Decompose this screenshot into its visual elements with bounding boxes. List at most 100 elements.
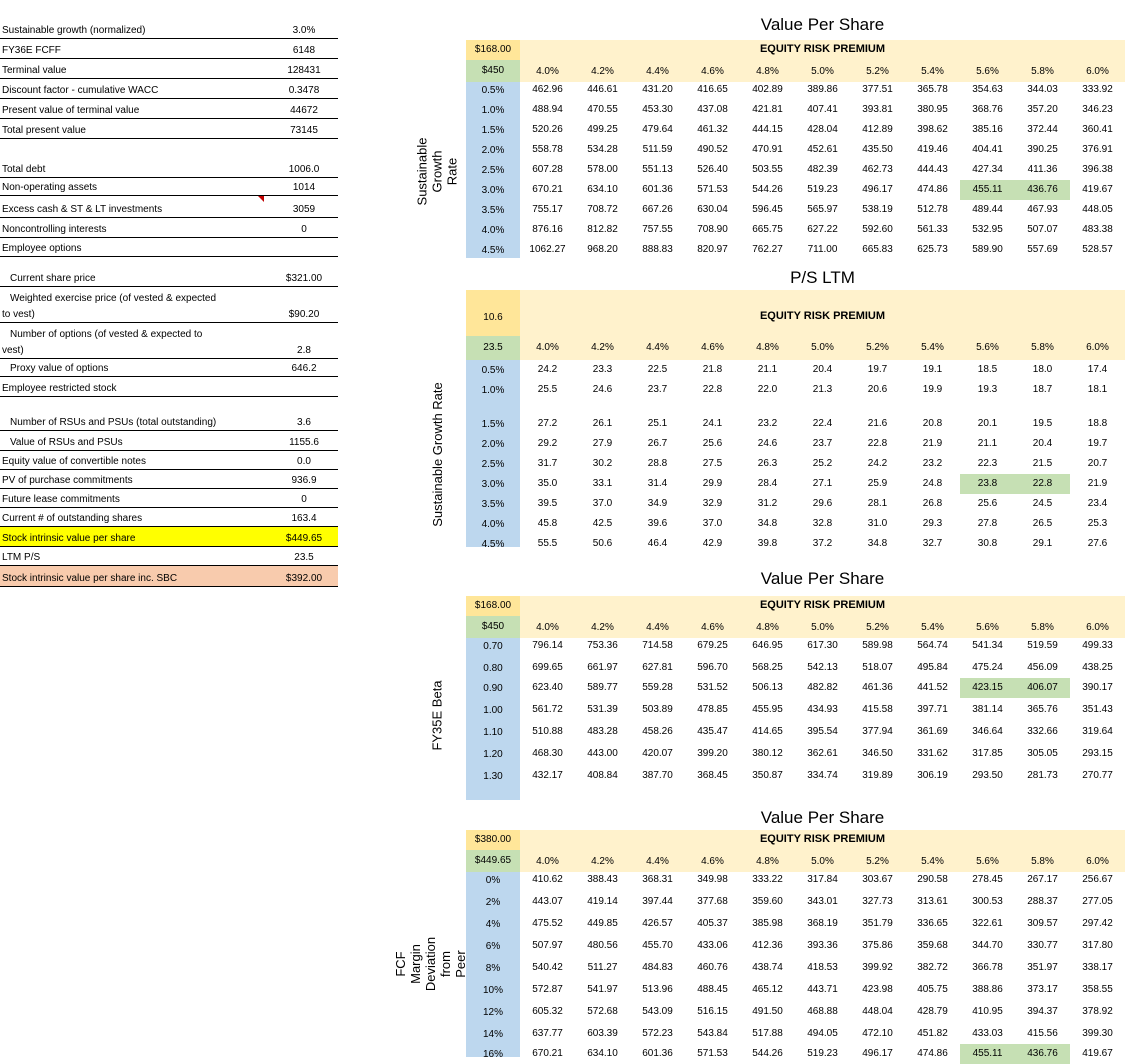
summary-label: Present value of terminal value xyxy=(2,105,140,116)
comment-indicator-icon[interactable] xyxy=(258,196,264,202)
table-cell: 359.60 xyxy=(752,896,783,907)
table-cell: 404.41 xyxy=(972,144,1003,155)
table-cell: 444.43 xyxy=(917,164,948,175)
summary-value: $90.20 xyxy=(288,309,320,320)
table-cell: 589.90 xyxy=(972,244,1003,255)
row-header: 1.0% xyxy=(481,385,505,396)
table-cell: 441.52 xyxy=(917,682,948,693)
table-cell: 303.67 xyxy=(862,874,893,885)
table-cell: 625.73 xyxy=(917,244,948,255)
table-cell: 28.8 xyxy=(647,458,668,469)
summary-row: Number of options (of vested & expected … xyxy=(0,323,338,359)
table-cell: 490.52 xyxy=(697,144,728,155)
table-cell: 343.01 xyxy=(807,896,838,907)
table-cell: 455.95 xyxy=(752,704,783,715)
table-cell: 19.3 xyxy=(977,384,998,395)
table-cell: 19.1 xyxy=(922,364,943,375)
table-cell: 390.17 xyxy=(1082,682,1113,693)
table-cell: 414.65 xyxy=(752,726,783,737)
table-cell: 410.95 xyxy=(972,1006,1003,1017)
table-cell: 419.67 xyxy=(1082,184,1113,195)
row-header: 0% xyxy=(485,875,501,886)
summary-row: Terminal value 128431 xyxy=(0,59,338,79)
table-cell: 528.57 xyxy=(1082,244,1113,255)
summary-label: Non-operating assets xyxy=(2,182,98,193)
table-cell: 27.8 xyxy=(977,518,998,529)
table-cell: 472.10 xyxy=(862,1028,893,1039)
table-cell: 22.5 xyxy=(647,364,668,375)
summary-label: Current # of outstanding shares xyxy=(2,513,143,524)
table-cell: 419.14 xyxy=(587,896,618,907)
row-header: 1.10 xyxy=(483,727,503,738)
summary-label: FY36E FCFF xyxy=(2,45,61,56)
table-cell: 512.78 xyxy=(917,204,948,215)
table-cell: 437.08 xyxy=(697,104,728,115)
table-cell: 322.61 xyxy=(972,918,1003,929)
summary-value: 163.4 xyxy=(291,513,317,524)
table-cell: 20.1 xyxy=(977,418,998,429)
table-cell: 34.8 xyxy=(867,538,888,549)
table-cell: 507.07 xyxy=(1027,224,1058,235)
table-cell: 20.7 xyxy=(1087,458,1108,469)
table-cell: 288.37 xyxy=(1027,896,1058,907)
table-cell: 458.26 xyxy=(642,726,673,737)
summary-row: FY36E FCFF 6148 xyxy=(0,39,338,59)
summary-row: Future lease commitments 0 xyxy=(0,489,338,508)
table-cell: 519.59 xyxy=(1027,640,1058,651)
table-cell: 357.20 xyxy=(1027,104,1058,115)
row-header: 16% xyxy=(482,1049,503,1060)
summary-value: 936.9 xyxy=(291,475,317,486)
table-cell: 455.70 xyxy=(642,940,673,951)
table-cell: 428.79 xyxy=(917,1006,948,1017)
table-cell: 397.71 xyxy=(917,704,948,715)
row-header: 12% xyxy=(482,1007,503,1018)
table-cell: 346.64 xyxy=(972,726,1003,737)
table-1-title: Value Per Share xyxy=(760,15,885,34)
table-cell: 605.32 xyxy=(532,1006,563,1017)
table-cell: 607.28 xyxy=(532,164,563,175)
table-cell: 29.3 xyxy=(922,518,943,529)
table-cell: 634.10 xyxy=(587,1048,618,1059)
table-cell: 627.22 xyxy=(807,224,838,235)
table-cell: 297.42 xyxy=(1082,918,1113,929)
table-cell: 520.26 xyxy=(532,124,563,135)
table-cell: 361.69 xyxy=(917,726,948,737)
table-cell: 755.17 xyxy=(532,204,563,215)
table-cell: 511.59 xyxy=(642,144,673,155)
table-cell: 42.5 xyxy=(592,518,613,529)
table-cell: 388.86 xyxy=(972,984,1003,995)
table-cell: 448.05 xyxy=(1082,204,1113,215)
column-axis-title: EQUITY RISK PREMIUM xyxy=(759,310,886,322)
table-cell: 494.05 xyxy=(807,1028,838,1039)
summary-row: Weighted exercise price (of vested & exp… xyxy=(0,287,338,323)
table-cell: 396.38 xyxy=(1082,164,1113,175)
table-cell: 42.9 xyxy=(702,538,723,549)
table-cell: 349.98 xyxy=(697,874,728,885)
table-cell: 448.04 xyxy=(862,1006,893,1017)
table-cell: 351.79 xyxy=(862,918,893,929)
table-cell: 541.34 xyxy=(972,640,1003,651)
table-cell: 544.26 xyxy=(752,1048,783,1059)
table-cell: 21.9 xyxy=(922,438,943,449)
table-cell: 32.8 xyxy=(812,518,833,529)
table-cell: 517.88 xyxy=(752,1028,783,1039)
table-cell: 267.17 xyxy=(1027,874,1058,885)
table-cell: 33.1 xyxy=(592,478,613,489)
table-cell: 484.83 xyxy=(642,962,673,973)
table-cell: 26.8 xyxy=(922,498,943,509)
column-header: 5.4% xyxy=(921,856,944,867)
table-cell: 475.52 xyxy=(532,918,563,929)
summary-label-line-1: Number of options (of vested & expected … xyxy=(10,329,203,340)
summary-row xyxy=(0,139,338,158)
valuation-summary-panel: Sustainable growth (normalized) 3.0% FY36E… xyxy=(0,19,338,587)
column-header: 4.2% xyxy=(591,622,614,633)
table-cell: 319.64 xyxy=(1082,726,1113,737)
table-cell: 462.73 xyxy=(862,164,893,175)
table-cell: 399.30 xyxy=(1082,1028,1113,1039)
table-1-ylabel: Sustainable Growth Rate xyxy=(414,137,460,205)
column-header: 6.0% xyxy=(1086,342,1109,353)
table-cell: 540.42 xyxy=(532,962,563,973)
column-header: 4.0% xyxy=(536,342,559,353)
summary-label: PV of purchase commitments xyxy=(2,475,133,486)
table-cell: 372.44 xyxy=(1027,124,1058,135)
